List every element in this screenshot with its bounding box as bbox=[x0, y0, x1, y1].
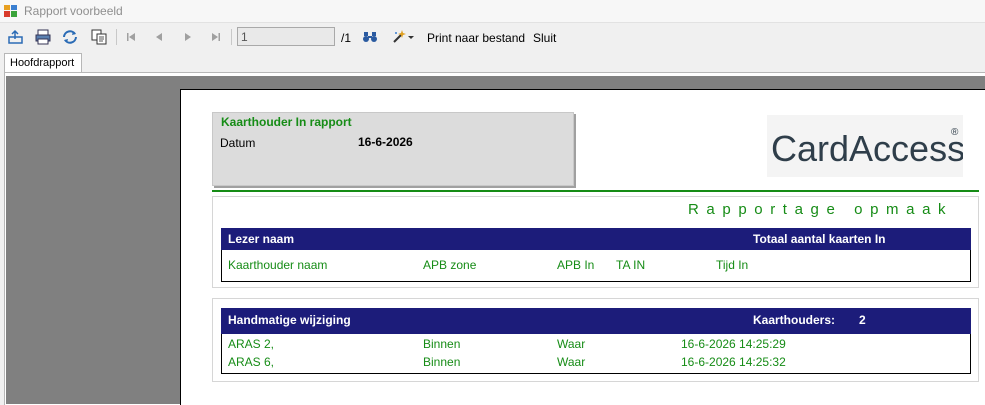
close-button[interactable]: Sluit bbox=[533, 31, 556, 45]
row-apb-in: Waar bbox=[557, 337, 586, 351]
search-button[interactable] bbox=[361, 27, 379, 47]
previous-page-icon bbox=[156, 33, 162, 41]
next-page-button[interactable] bbox=[180, 27, 196, 47]
next-page-icon bbox=[185, 33, 191, 41]
kaarthouders-count: 2 bbox=[859, 313, 866, 327]
section-title: Rapportage opmaak bbox=[688, 201, 954, 218]
page-number-input[interactable] bbox=[237, 27, 335, 46]
copy-button[interactable] bbox=[88, 27, 110, 47]
window-title: Rapport voorbeeld bbox=[24, 4, 123, 18]
first-page-icon bbox=[127, 33, 135, 41]
column-apb-in: APB In bbox=[557, 258, 595, 272]
column-tijd-in: Tijd In bbox=[716, 258, 749, 272]
last-page-icon bbox=[212, 33, 220, 41]
totaal-kaarten-label: Totaal aantal kaarten In bbox=[753, 232, 886, 246]
kaarthouders-label: Kaarthouders: bbox=[753, 313, 836, 327]
dropdown-arrow-icon bbox=[408, 36, 414, 39]
row-time: 16-6-2026 14:25:29 bbox=[681, 337, 786, 351]
report-title: Kaarthouder In rapport bbox=[221, 115, 352, 129]
print-button[interactable] bbox=[33, 27, 53, 47]
row-apb-in: Waar bbox=[557, 355, 586, 369]
print-icon bbox=[35, 29, 51, 45]
group-header-lezer: Lezer naam Totaal aantal kaarten In bbox=[221, 228, 971, 250]
export-button[interactable] bbox=[6, 27, 26, 47]
row-zone: Binnen bbox=[423, 355, 461, 369]
refresh-icon bbox=[63, 30, 77, 44]
toolbar-separator bbox=[231, 29, 232, 45]
row-name: ARAS 2, bbox=[228, 337, 275, 351]
previous-page-button[interactable] bbox=[151, 27, 167, 47]
first-page-button[interactable] bbox=[123, 27, 139, 47]
column-kaarthouder-naam: Kaarthouder naam bbox=[228, 258, 328, 272]
binoculars-icon bbox=[363, 32, 377, 42]
page-total: /1 bbox=[341, 31, 352, 45]
cardaccess-logo: CardAccess ® bbox=[767, 115, 963, 177]
header-divider bbox=[212, 190, 979, 192]
datum-value: 16-6-2026 bbox=[358, 135, 413, 149]
row-zone: Binnen bbox=[423, 337, 461, 351]
column-header-row bbox=[221, 250, 971, 282]
handmatige-wijziging-label: Handmatige wijziging bbox=[228, 313, 351, 327]
copy-icon bbox=[91, 29, 107, 45]
datum-label: Datum bbox=[220, 136, 256, 150]
detail-rows bbox=[221, 334, 971, 374]
column-apb-zone: APB zone bbox=[423, 258, 477, 272]
app-icon bbox=[4, 5, 17, 17]
refresh-button[interactable] bbox=[60, 27, 80, 47]
toolbar-separator bbox=[116, 29, 117, 45]
logo-registered-mark: ® bbox=[951, 127, 959, 138]
export-icon bbox=[8, 29, 23, 44]
zoom-wand-icon bbox=[393, 30, 406, 43]
group-header-handmatig: Handmatige wijziging Kaarthouders: 2 bbox=[221, 308, 971, 334]
logo-text: CardAccess bbox=[771, 128, 963, 169]
column-ta-in: TA IN bbox=[616, 258, 646, 272]
row-time: 16-6-2026 14:25:32 bbox=[681, 355, 786, 369]
title-bar: Rapport voorbeeld bbox=[0, 0, 985, 23]
last-page-button[interactable] bbox=[208, 27, 224, 47]
row-name: ARAS 6, bbox=[228, 355, 275, 369]
zoom-button[interactable] bbox=[389, 27, 417, 47]
tab-hoofdrapport[interactable]: Hoofdrapport bbox=[4, 53, 82, 72]
print-to-file-button[interactable]: Print naar bestand bbox=[427, 31, 525, 45]
lezer-naam-label: Lezer naam bbox=[228, 232, 295, 246]
